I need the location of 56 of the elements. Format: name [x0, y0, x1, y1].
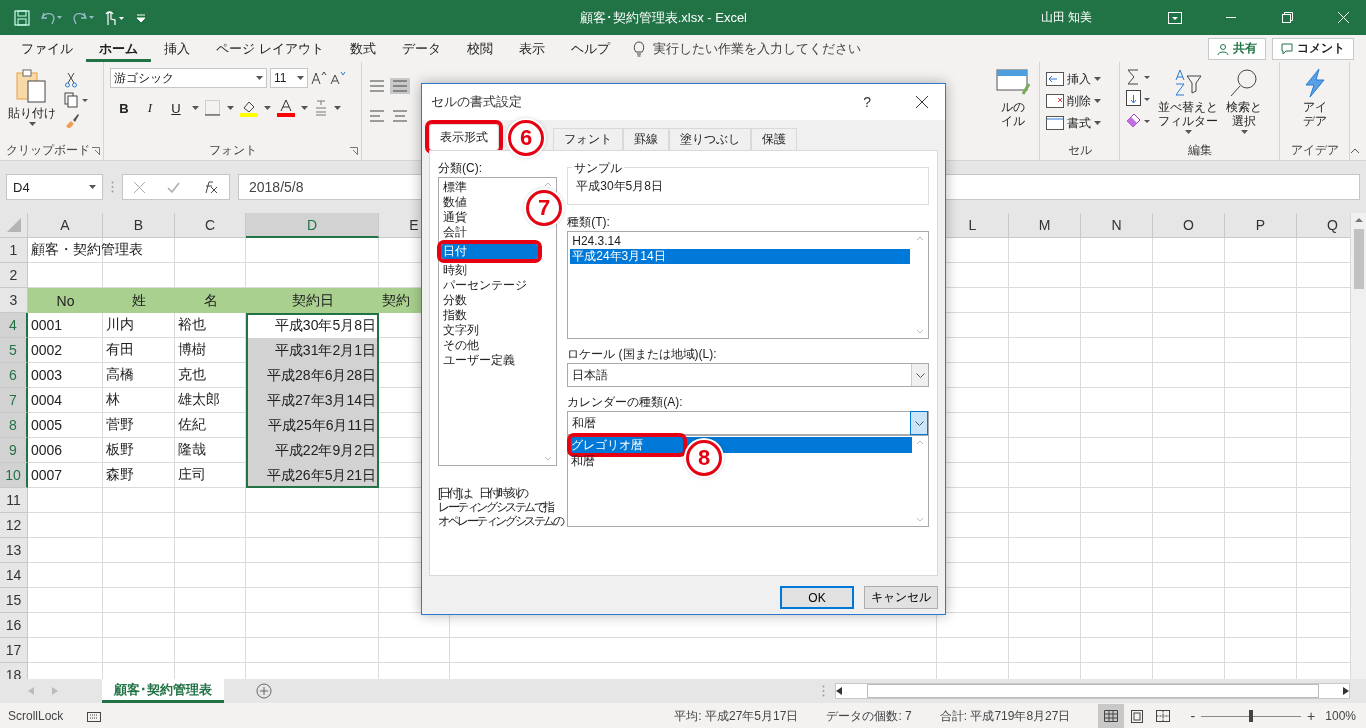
table-cell-text: 0002	[30, 341, 64, 360]
table-cell-text: 佐紀	[177, 415, 207, 434]
type-label: 種類(T):	[567, 213, 611, 231]
table-cell-text: 森野	[105, 465, 135, 484]
table-cell-text: 雄太郎	[177, 390, 221, 409]
status-average: 平均: 平成27年5月17日	[674, 707, 799, 725]
group-label: 編集	[1186, 142, 1213, 159]
step-number-badge: 7	[526, 190, 562, 226]
group-label: アイデア	[1289, 142, 1340, 159]
description-text: [日付] は、日付/時刻の	[438, 486, 527, 500]
table-cell-text: 0005	[30, 416, 64, 435]
table-cell: 名	[175, 288, 246, 313]
table-cell: 平成26年5月21日	[246, 463, 379, 488]
table-cell: 平成31年2月1日	[246, 338, 379, 363]
category-label: 分類(C):	[438, 159, 483, 177]
table-cell: 姓	[103, 288, 175, 313]
table-cell: 平成22年9月2日	[246, 438, 379, 463]
step-number-badge: 6	[508, 120, 544, 156]
table-cell: 契約日	[246, 288, 379, 313]
table-cell-text: 裕也	[177, 315, 207, 334]
description-text: レーティング システムで指	[438, 500, 553, 514]
group-label: クリップボード	[6, 142, 87, 159]
table-cell-text: 0006	[30, 441, 64, 460]
dialog-title: セルの書式設定	[431, 93, 523, 111]
table-cell: No	[28, 288, 103, 313]
table-cell-text: 林	[105, 390, 121, 409]
table-cell: 平成28年6月28日	[246, 363, 379, 388]
table-cell: 平成27年3月14日	[246, 388, 379, 413]
calendar-label: カレンダーの種類(A):	[567, 393, 684, 411]
table-cell-text: 0003	[30, 366, 64, 385]
table-cell-text: 庄司	[177, 465, 207, 484]
table-cell-text: 博樹	[177, 340, 207, 359]
table-cell-text: 0001	[30, 316, 64, 335]
table-cell: 平成30年5月8日	[246, 313, 379, 338]
table-cell-text: 板野	[105, 440, 135, 459]
table-cell-text: 有田	[105, 340, 135, 359]
table-cell-text: 川内	[105, 315, 135, 334]
sample-legend: サンプル	[572, 160, 625, 177]
table-cell-text: 高橋	[105, 365, 135, 384]
table-cell: 平成25年6月11日	[246, 413, 379, 438]
table-cell-text: 克也	[177, 365, 207, 384]
table-cell-text: 0004	[30, 391, 64, 410]
table-cell-text: 隆哉	[177, 440, 207, 459]
group-label: セル	[1066, 142, 1093, 159]
status-mode: ScrollLock	[8, 709, 64, 723]
table-cell-text: 顧客・契約管理表	[30, 240, 144, 259]
status-sum: 合計: 平成719年8月27日	[939, 707, 1071, 725]
step-number-badge: 8	[686, 440, 722, 476]
window-title: 顧客･契約管理表.xlsx - Excel	[578, 8, 748, 27]
status-count: データの個数: 7	[826, 707, 912, 725]
table-cell-text: 0007	[30, 466, 64, 485]
group-label: フォント	[207, 142, 258, 159]
description-text: オペレーティング システムの	[438, 514, 563, 528]
sample-value: 平成30年5月8日	[576, 177, 663, 195]
locale-label: ロケール (国または地域)(L):	[567, 345, 718, 363]
table-cell-text: 菅野	[105, 415, 135, 434]
